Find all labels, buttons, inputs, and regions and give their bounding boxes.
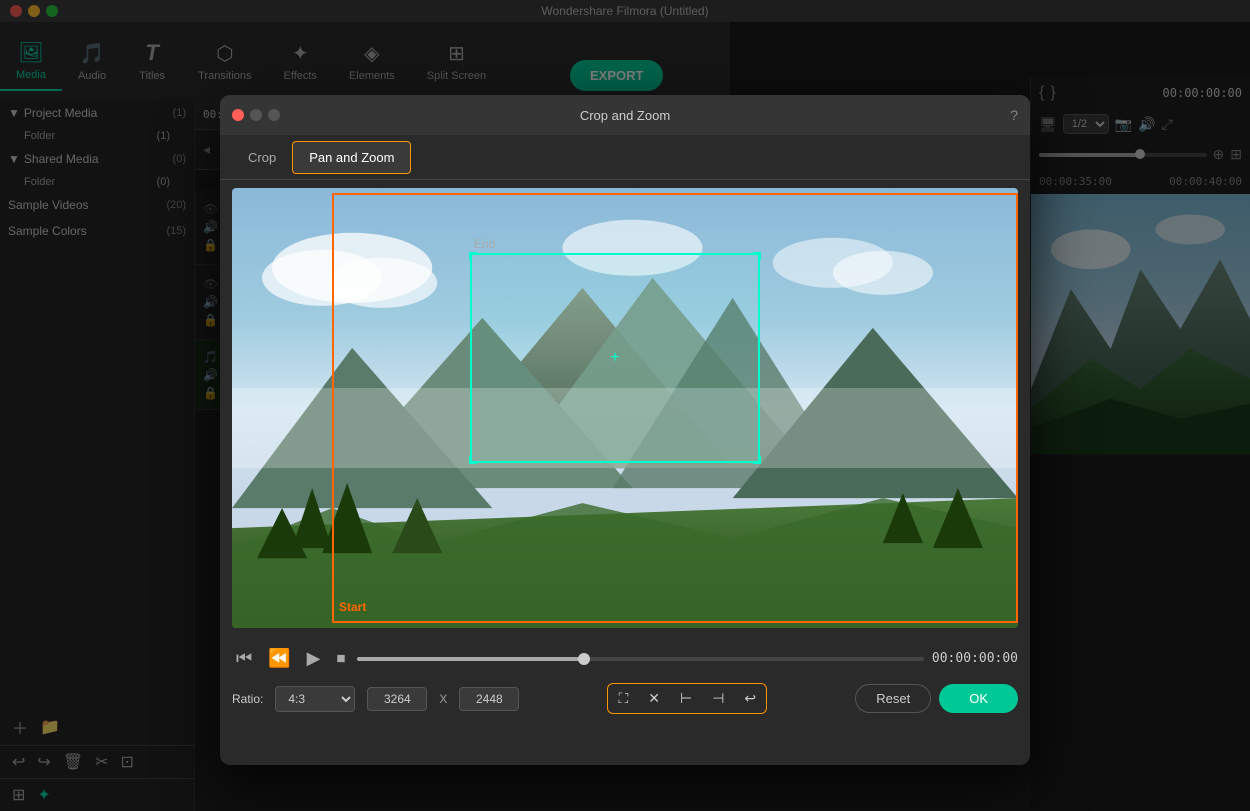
height-input[interactable]	[459, 687, 519, 711]
playback-progress-bar[interactable]	[357, 657, 923, 661]
ok-button[interactable]: OK	[939, 684, 1018, 713]
help-icon[interactable]: ?	[1010, 107, 1018, 123]
modal-close-button[interactable]	[232, 109, 244, 121]
modal-playback-controls: ⏮ ⏪ ▶ ⏹ 00:00:00:00	[220, 636, 1030, 677]
reset-button[interactable]: Reset	[855, 684, 931, 713]
canvas-background: + End Start	[232, 188, 1018, 628]
fill-button[interactable]: ⛶	[610, 686, 636, 711]
playback-timecode: 00:00:00:00	[932, 651, 1018, 666]
modal-titlebar: Crop and Zoom ?	[220, 95, 1030, 135]
align-buttons-group: ⛶ ✕ ⊢ ⊣ ↩	[607, 683, 767, 714]
skip-back-button[interactable]: ⏮	[232, 644, 256, 673]
modal-title: Crop and Zoom	[580, 108, 670, 123]
corner-handle-tr[interactable]	[753, 252, 761, 260]
start-label: Start	[339, 600, 366, 614]
align-left-button[interactable]: ⊢	[672, 686, 700, 711]
dimension-separator: x	[439, 690, 447, 708]
ratio-label: Ratio:	[232, 692, 263, 706]
crosshair-icon: +	[610, 349, 619, 367]
crop-and-zoom-modal: Crop and Zoom ? Crop Pan and Zoom	[220, 95, 1030, 765]
ratio-select[interactable]: 4:3 16:9 1:1 9:16 Custom	[275, 686, 355, 712]
stop-button[interactable]: ⏹	[332, 644, 349, 673]
step-back-button[interactable]: ⏪	[264, 644, 294, 673]
modal-tabs: Crop Pan and Zoom	[220, 135, 1030, 180]
modal-bottom-controls: Ratio: 4:3 16:9 1:1 9:16 Custom x ⛶ ✕ ⊢ …	[220, 677, 1030, 720]
modal-traffic-lights	[232, 109, 280, 121]
crop-selection-box[interactable]: + End	[470, 253, 760, 463]
tab-pan-and-zoom[interactable]: Pan and Zoom	[292, 141, 411, 174]
end-label: End	[474, 237, 495, 251]
corner-handle-br[interactable]	[753, 456, 761, 464]
fit-button[interactable]: ✕	[640, 686, 668, 711]
modal-overlay: Crop and Zoom ? Crop Pan and Zoom	[0, 0, 1250, 811]
modal-minimize-button[interactable]	[250, 109, 262, 121]
modal-action-buttons: Reset OK	[855, 684, 1018, 713]
width-input[interactable]	[367, 687, 427, 711]
tab-crop[interactable]: Crop	[232, 142, 292, 173]
modal-maximize-button[interactable]	[268, 109, 280, 121]
corner-handle-bl[interactable]	[469, 456, 477, 464]
modal-canvas: + End Start	[232, 188, 1018, 628]
progress-fill	[357, 657, 584, 661]
align-right-button[interactable]: ⊣	[704, 686, 732, 711]
flip-button[interactable]: ↩	[736, 686, 764, 711]
play-button[interactable]: ▶	[303, 644, 325, 673]
corner-handle-tl[interactable]	[469, 252, 477, 260]
progress-thumb[interactable]	[578, 653, 590, 665]
